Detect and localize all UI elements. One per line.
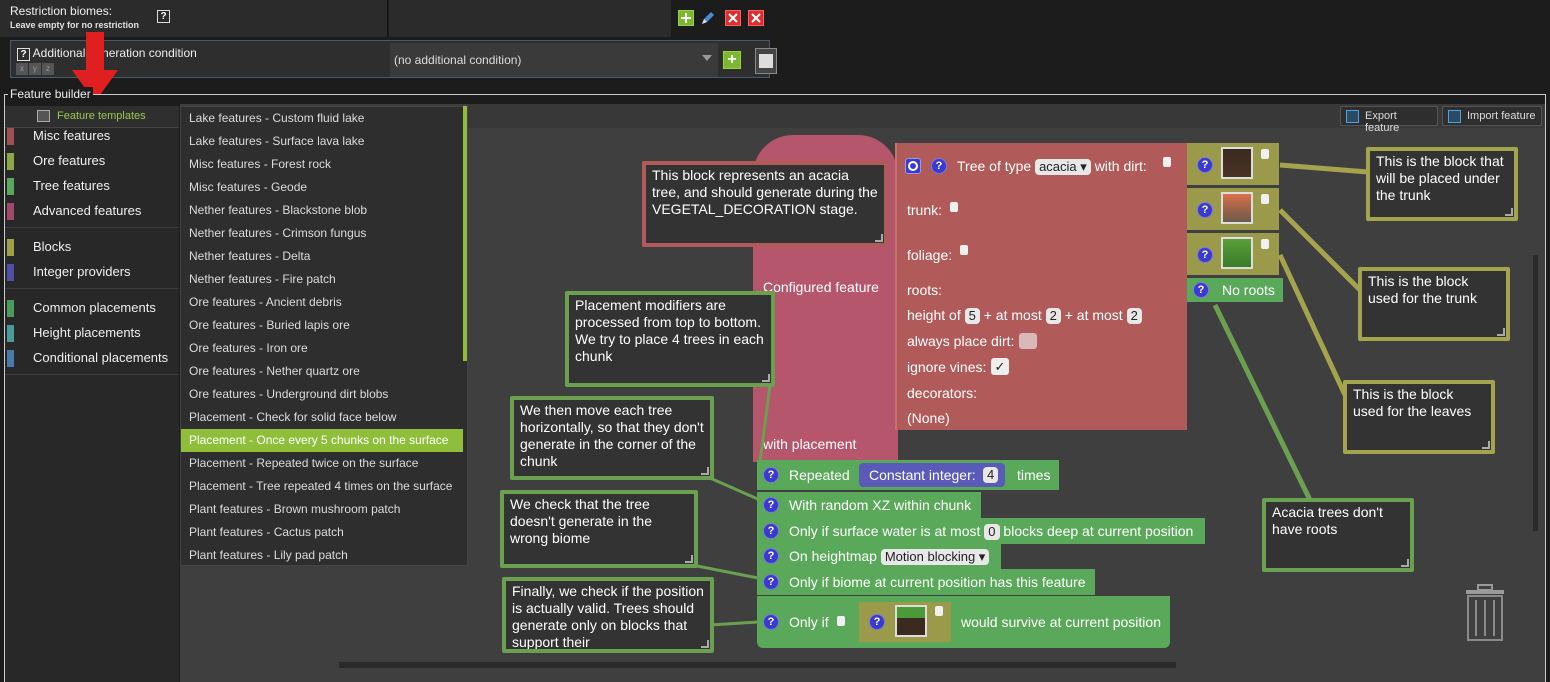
category-label: Tree features [33,178,110,193]
category-color-swatch [7,264,14,281]
comment-connectors [691,162,1369,627]
connector-roots [1212,303,1313,502]
category-divider [5,374,179,375]
category-item[interactable]: Integer providers [5,261,179,285]
category-label: Advanced features [33,203,142,218]
comment-biome[interactable]: We check that the tree doesn't generate … [500,490,698,568]
resize-grip-icon[interactable] [1497,328,1505,336]
connector-valid [709,620,759,627]
comment-trunk[interactable]: This is the block used for the trunk [1358,267,1510,341]
comment-placement-text: Placement modifiers are processed from t… [575,297,764,364]
comment-trunk-text: This is the block used for the trunk [1368,273,1477,306]
category-color-swatch [7,203,14,220]
category-label: Blocks [33,239,72,254]
comment-leaves-text: This is the block used for the leaves [1353,386,1472,419]
category-item[interactable]: Height placements [5,322,179,346]
resize-grip-icon[interactable] [1482,441,1490,449]
comment-move-text: We then move each tree horizontally, so … [520,402,704,469]
connector-dirt [1279,162,1369,175]
category-color-swatch [7,300,14,317]
connector-placement [758,384,772,463]
comment-roots[interactable]: Acacia trees don't have roots [1262,498,1414,572]
category-divider [5,227,179,228]
comment-leaves[interactable]: This is the block used for the leaves [1343,380,1495,454]
category-item[interactable]: Tree features [5,175,179,199]
category-color-swatch [7,239,14,256]
comment-biome-text: We check that the tree doesn't generate … [510,496,653,546]
category-label: Conditional placements [33,350,169,365]
resize-grip-icon[interactable] [762,374,770,382]
category-color-swatch [7,128,14,145]
comment-valid-text: Finally, we check if the position is act… [512,583,704,650]
resize-grip-icon[interactable] [701,467,709,475]
resize-grip-icon[interactable] [875,234,883,242]
resize-grip-icon[interactable] [1401,559,1409,567]
comment-dirt-text: This is the block that will be placed un… [1376,153,1504,203]
trash-icon[interactable] [1462,584,1508,642]
category-color-swatch [7,178,14,195]
category-divider [5,288,179,289]
category-item[interactable]: Misc features [5,125,179,149]
comment-valid[interactable]: Finally, we check if the position is act… [502,577,714,653]
category-item[interactable]: Common placements [5,297,179,321]
category-item[interactable]: Ore features [5,150,179,174]
category-color-swatch [7,153,14,170]
category-label: Common placements [33,300,156,315]
resize-grip-icon[interactable] [701,640,709,648]
connector-move [709,476,761,502]
category-label: Misc features [33,128,111,143]
category-item[interactable]: Conditional placements [5,347,179,371]
comment-placement[interactable]: Placement modifiers are processed from t… [565,291,775,387]
category-label: Integer providers [33,264,131,279]
comment-roots-text: Acacia trees don't have roots [1272,504,1383,537]
category-color-swatch [7,325,14,342]
category-label: Height placements [33,325,141,340]
connector-leaves [1277,253,1348,397]
comment-acacia[interactable]: This block represents an acacia tree, an… [642,161,888,247]
comment-acacia-text: This block represents an acacia tree, an… [652,167,878,217]
category-item[interactable]: Blocks [5,236,179,260]
comment-dirt[interactable]: This is the block that will be placed un… [1366,147,1518,221]
category-item[interactable]: Advanced features [5,200,179,224]
resize-grip-icon[interactable] [1505,208,1513,216]
resize-grip-icon[interactable] [685,555,693,563]
category-color-swatch [7,350,14,367]
category-label: Ore features [33,153,106,168]
comment-move[interactable]: We then move each tree horizontally, so … [510,396,714,480]
